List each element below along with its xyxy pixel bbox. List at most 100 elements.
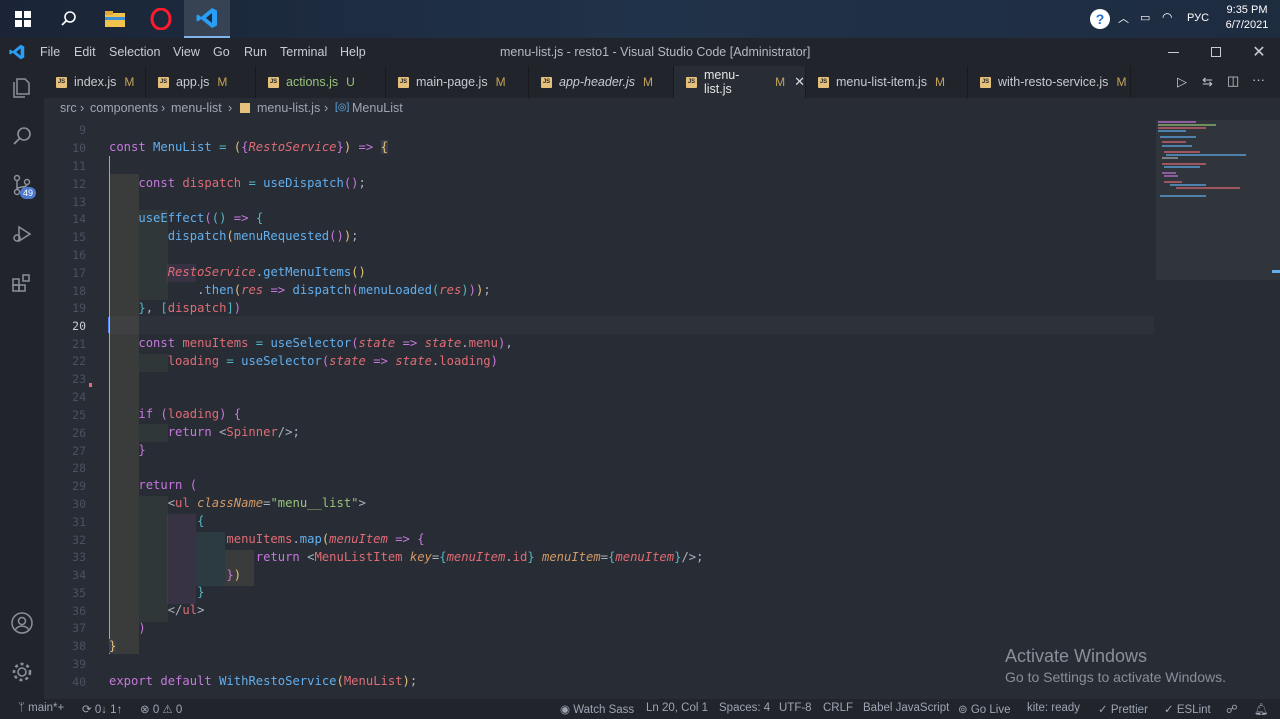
clock-time: 9:35 PM [1226, 4, 1268, 16]
tab-actions-js[interactable]: JS actions.js U [256, 66, 386, 98]
problems-status[interactable]: ⊗ 0 ⚠ 0 [140, 702, 182, 716]
tab-app-js[interactable]: JS app.js M [146, 66, 256, 98]
indentation[interactable]: Spaces: 4 [719, 702, 770, 714]
end-of-line[interactable]: CRLF [823, 702, 853, 714]
menu-terminal[interactable]: Terminal [280, 45, 327, 59]
code-line: menuItems.map(menuItem => { [226, 532, 425, 546]
tab-label: app-header.js [559, 75, 635, 89]
menu-file[interactable]: File [40, 45, 60, 59]
line-number: 37 [72, 621, 86, 635]
code-line: }) [226, 568, 242, 582]
tab-status: M [1116, 75, 1127, 89]
help-icon[interactable]: ? [1090, 9, 1110, 29]
restore-button[interactable] [1193, 38, 1239, 66]
window-title: menu-list.js - resto1 - Visual Studio Co… [500, 45, 811, 59]
line-number: 15 [72, 230, 86, 244]
wifi-icon[interactable]: ◠ [1162, 10, 1172, 24]
language-indicator[interactable]: РУС [1187, 12, 1209, 24]
minimap[interactable] [1154, 120, 1280, 699]
kite-status[interactable]: kite: ready [1027, 702, 1080, 714]
split-editor-icon[interactable]: ◫ [1227, 73, 1239, 89]
tab-status: M [775, 75, 786, 89]
menu-selection[interactable]: Selection [109, 45, 160, 59]
tab-main-page-js[interactable]: JS main-page.js M [386, 66, 529, 98]
clock-date: 6/7/2021 [1225, 19, 1269, 31]
search-icon[interactable] [46, 0, 92, 38]
line-number: 35 [72, 586, 86, 600]
notifications-bell-icon[interactable]: 🔔︎ [1254, 702, 1269, 716]
broadcast-icon: ⊚ [958, 704, 971, 716]
tab-with-resto-service-js[interactable]: JS with-resto-service.js M [968, 66, 1131, 98]
tab-menu-list-js[interactable]: JS menu-list.js M ✕ [674, 66, 806, 98]
menu-help[interactable]: Help [340, 45, 366, 59]
file-explorer-icon[interactable] [92, 0, 138, 38]
menu-edit[interactable]: Edit [74, 45, 96, 59]
menu-run[interactable]: Run [244, 45, 267, 59]
js-file-icon: JS [686, 76, 697, 88]
line-number: 11 [72, 159, 86, 173]
breadcrumb-file[interactable]: menu-list.js [257, 101, 320, 115]
breadcrumb-symbol[interactable]: MenuList [352, 101, 403, 115]
code-line: } [197, 585, 205, 599]
minimize-button[interactable] [1150, 38, 1196, 66]
windows-start-icon[interactable] [0, 0, 46, 38]
breadcrumb-menu-list[interactable]: menu-list [171, 101, 222, 115]
explorer-icon[interactable] [0, 66, 44, 110]
compare-changes-icon[interactable]: ⇆ [1202, 74, 1213, 90]
breadcrumb-src[interactable]: src [60, 101, 77, 115]
scm-badge: 49 [20, 187, 37, 199]
line-number: 40 [72, 675, 86, 689]
go-live[interactable]: ⊚ Go Live [958, 702, 1010, 716]
opera-browser-icon[interactable] [138, 0, 184, 38]
tab-label: app.js [176, 75, 210, 89]
tab-menu-list-item-js[interactable]: JS menu-list-item.js M [806, 66, 968, 98]
settings-gear-icon[interactable] [0, 650, 44, 694]
menu-go[interactable]: Go [213, 45, 230, 59]
more-actions-icon[interactable]: ··· [1252, 72, 1265, 87]
js-file-icon: JS [56, 76, 67, 88]
search-view-icon[interactable] [0, 114, 44, 158]
close-tab-icon[interactable]: ✕ [794, 74, 805, 90]
js-file-icon: JS [158, 76, 169, 88]
accounts-icon[interactable] [0, 601, 44, 645]
line-number: 34 [72, 568, 86, 582]
code-line: ) [138, 621, 146, 635]
battery-icon[interactable]: ▭ [1140, 11, 1150, 24]
language-mode[interactable]: Babel JavaScript [863, 702, 949, 714]
run-file-icon[interactable]: ▷ [1177, 74, 1187, 90]
git-branch[interactable]: ᛘ main*+ [18, 702, 64, 714]
tab-app-header-js[interactable]: JS app-header.js M [529, 66, 674, 98]
source-control-icon[interactable]: 49 [0, 163, 44, 207]
watch-sass[interactable]: ◉ Watch Sass [560, 702, 634, 716]
encoding[interactable]: UTF-8 [779, 702, 812, 714]
vscode-taskbar-icon[interactable] [184, 0, 230, 38]
code-line: return <Spinner/>; [167, 425, 300, 439]
sync-status[interactable]: ⟳ 0↓ 1↑ [82, 702, 122, 716]
tab-index-js[interactable]: JS index.js M [44, 66, 146, 98]
line-number: 29 [72, 479, 86, 493]
current-line-highlight [108, 316, 1154, 334]
line-number: 24 [72, 390, 86, 404]
line-number: 12 [72, 177, 86, 191]
line-number-current: 20 [72, 319, 86, 333]
close-window-button[interactable]: ✕ [1236, 38, 1280, 66]
vscode-logo-icon [9, 44, 25, 63]
watch-sass-label: Watch Sass [573, 704, 635, 716]
chevron-right-icon: › [324, 101, 329, 115]
clock[interactable]: 9:35 PM 6/7/2021 [1224, 4, 1270, 31]
line-number: 32 [72, 533, 86, 547]
check-double-icon: ✓ [1164, 704, 1177, 716]
prettier[interactable]: ✓ Prettier [1098, 702, 1148, 716]
feedback-icon[interactable]: ☍ [1226, 702, 1238, 716]
breadcrumb-components[interactable]: components [90, 101, 158, 115]
code-line: if (loading) { [138, 407, 242, 421]
cursor-position[interactable]: Ln 20, Col 1 [646, 702, 708, 714]
menu-view[interactable]: View [173, 45, 200, 59]
run-debug-icon[interactable] [0, 212, 44, 256]
code-editor[interactable]: 9 10 11 12 13 14 15 16 17 18 19 20 21 22… [44, 120, 1280, 699]
chevron-up-icon[interactable]: ︿ [1118, 10, 1129, 26]
extensions-icon[interactable] [0, 261, 44, 305]
eslint[interactable]: ✓ ESLint [1164, 702, 1211, 716]
tab-label: with-resto-service.js [998, 75, 1109, 89]
js-file-icon: JS [980, 76, 991, 88]
